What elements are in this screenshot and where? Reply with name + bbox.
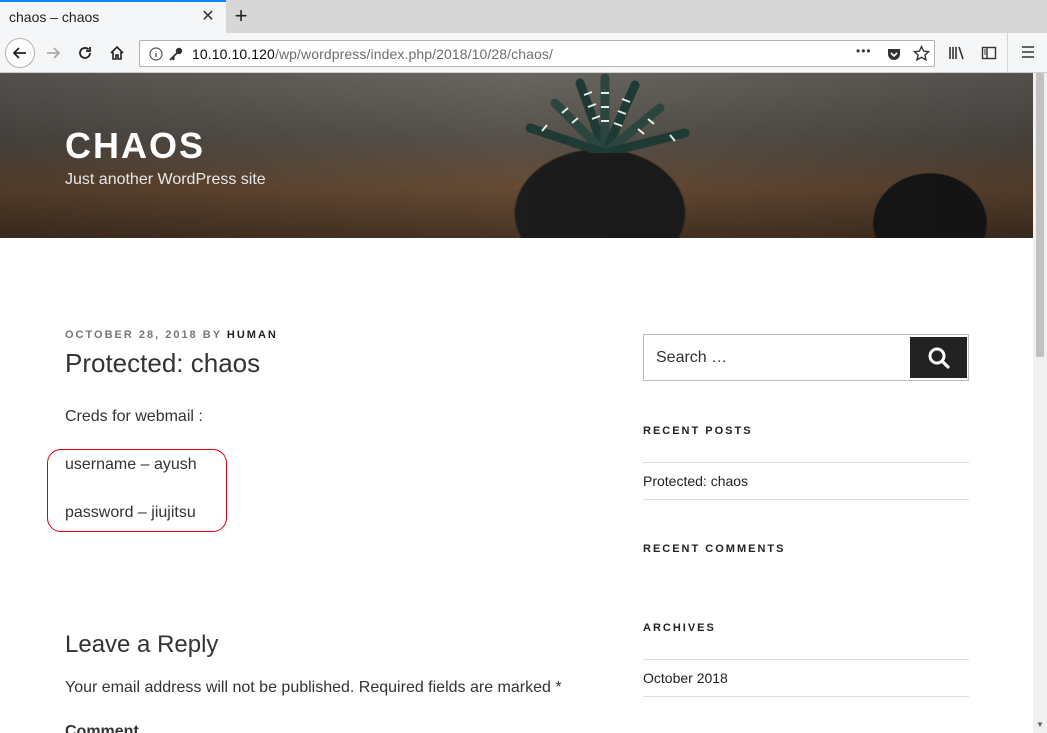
divider — [643, 659, 969, 660]
sidebar-toggle-icon[interactable] — [981, 45, 997, 61]
key-icon[interactable] — [168, 46, 184, 62]
page-viewport: CHAOS Just another WordPress site OCTOBE… — [0, 73, 1033, 733]
back-button[interactable] — [5, 38, 35, 68]
tab-active[interactable]: chaos – chaos ✕ — [0, 0, 226, 33]
url-bar[interactable]: 10.10.10.120/wp/wordpress/index.php/2018… — [139, 40, 935, 67]
back-arrow-icon — [12, 47, 26, 59]
reply-note: Your email address will not be published… — [65, 679, 562, 696]
reply-title: Leave a Reply — [65, 631, 219, 658]
toolbar-divider — [1007, 33, 1008, 72]
url-host: 10.10.10.120 — [192, 46, 275, 62]
recent-post-link[interactable]: Protected: chaos — [643, 473, 748, 489]
search-icon — [928, 347, 950, 369]
recent-comments-title: RECENT COMMENTS — [643, 543, 786, 555]
page-actions-menu[interactable]: ••• — [856, 44, 872, 58]
comment-label: Comment — [65, 723, 139, 733]
divider — [643, 696, 969, 697]
library-icon[interactable] — [948, 45, 966, 61]
credentials-highlight-annotation — [47, 449, 227, 532]
plant-illustration — [525, 73, 690, 153]
reload-icon — [79, 47, 91, 59]
post-title: Protected: chaos — [65, 348, 261, 378]
site-description: Just another WordPress site — [65, 171, 266, 188]
search-form — [643, 334, 969, 381]
search-input[interactable] — [644, 335, 916, 380]
tab-bar: chaos – chaos ✕ + — [0, 0, 1047, 33]
archive-link[interactable]: October 2018 — [643, 670, 728, 686]
divider — [643, 499, 969, 500]
divider — [643, 462, 969, 463]
post-author[interactable]: HUMAN — [227, 329, 278, 341]
info-icon[interactable] — [149, 47, 163, 61]
bookmark-star-icon[interactable] — [913, 45, 930, 62]
url-path: /wp/wordpress/index.php/2018/10/28/chaos… — [274, 46, 554, 62]
close-tab-icon[interactable]: ✕ — [200, 9, 216, 25]
header-image: CHAOS Just another WordPress site — [0, 73, 1033, 238]
tab-title: chaos – chaos — [9, 9, 100, 25]
url-text[interactable]: 10.10.10.120/wp/wordpress/index.php/2018… — [192, 46, 553, 62]
recent-posts-title: RECENT POSTS — [643, 425, 753, 437]
search-button[interactable] — [910, 337, 967, 378]
new-tab-button[interactable]: + — [230, 5, 252, 27]
post-meta: OCTOBER 28, 2018 BY HUMAN — [65, 329, 278, 341]
hamburger-menu-icon[interactable] — [1021, 45, 1035, 59]
home-icon — [110, 45, 124, 60]
forward-arrow-icon — [47, 47, 61, 59]
post-date[interactable]: OCTOBER 28, 2018 — [65, 329, 198, 341]
archives-title: ARCHIVES — [643, 622, 716, 634]
scroll-down-icon[interactable]: ▼ — [1035, 720, 1045, 730]
pocket-icon[interactable] — [886, 46, 902, 62]
navigation-toolbar: 10.10.10.120/wp/wordpress/index.php/2018… — [0, 33, 1047, 73]
post-by: BY — [202, 329, 222, 341]
page-scrollbar[interactable]: ▲ ▼ — [1033, 73, 1047, 733]
forward-button[interactable] — [39, 39, 67, 67]
home-button[interactable] — [103, 39, 131, 67]
site-title[interactable]: CHAOS — [65, 125, 205, 167]
post-paragraph: Creds for webmail : — [65, 408, 203, 425]
reload-button[interactable] — [71, 39, 99, 67]
scrollbar-thumb[interactable] — [1036, 73, 1044, 357]
